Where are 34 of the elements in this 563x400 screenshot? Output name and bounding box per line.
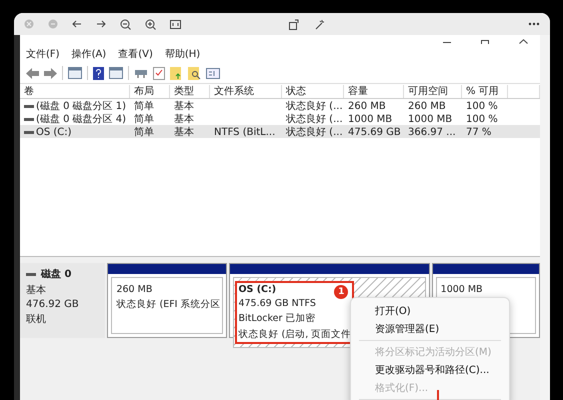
table-cell-text: 77 %	[465, 126, 492, 138]
table-cell-text: 100 %	[465, 114, 499, 124]
table-cell-text: 基本	[173, 112, 195, 126]
table-cell-text: 简单	[133, 100, 155, 113]
partition-label: OS (C:)	[238, 284, 276, 295]
table-cell-text: 基本	[173, 100, 195, 113]
table-cell-text: (磁盘 0 磁盘分区 1)	[36, 100, 126, 113]
partition-text: 260 MB	[116, 284, 154, 295]
partition-text: 状态良好 (EFI 系统分区	[116, 298, 220, 311]
table-cell: OS (C:)	[36, 126, 72, 138]
disk-size: 476.92 GB	[26, 299, 80, 310]
partition-text: BitLocker 已加密	[238, 312, 316, 325]
table-cell-text: 简单	[133, 112, 155, 126]
table-cell-text: (磁盘 0 磁盘分区 4)	[36, 113, 126, 126]
table-cell-text: 基本	[173, 126, 195, 139]
table-cell-text: 100 %	[465, 100, 499, 112]
table-cell-text: 475.69 GB	[347, 126, 402, 138]
step-badge: 1	[334, 285, 348, 299]
table-cell-text: 260 MB	[407, 100, 447, 112]
disk-name: 磁盘 0	[41, 268, 72, 281]
table-cell-text: 简单	[133, 126, 155, 139]
partition-text: 1000 MB	[440, 284, 483, 295]
table-cell-text: 260 MB	[347, 100, 387, 112]
table-cell-text: 状态良好 (...	[285, 126, 344, 139]
table-cell-text: 1000 MB	[347, 114, 394, 124]
partition-text: 475.69 GB NTFS	[238, 298, 317, 309]
partition-text: 状态良好 (启动, 页面文件	[238, 328, 352, 341]
table-cell-text: 状态良好 (...	[285, 100, 344, 113]
table-cell-text: 1000 MB	[407, 114, 454, 124]
table-cell-text: NTFS (BitL...	[213, 126, 276, 138]
disk-type: 基本	[26, 284, 47, 297]
table-cell-text: 状态良好 (...	[285, 112, 344, 126]
table-cell-text: 366.97 ...	[407, 126, 457, 138]
disk-status: 联机	[26, 312, 47, 326]
